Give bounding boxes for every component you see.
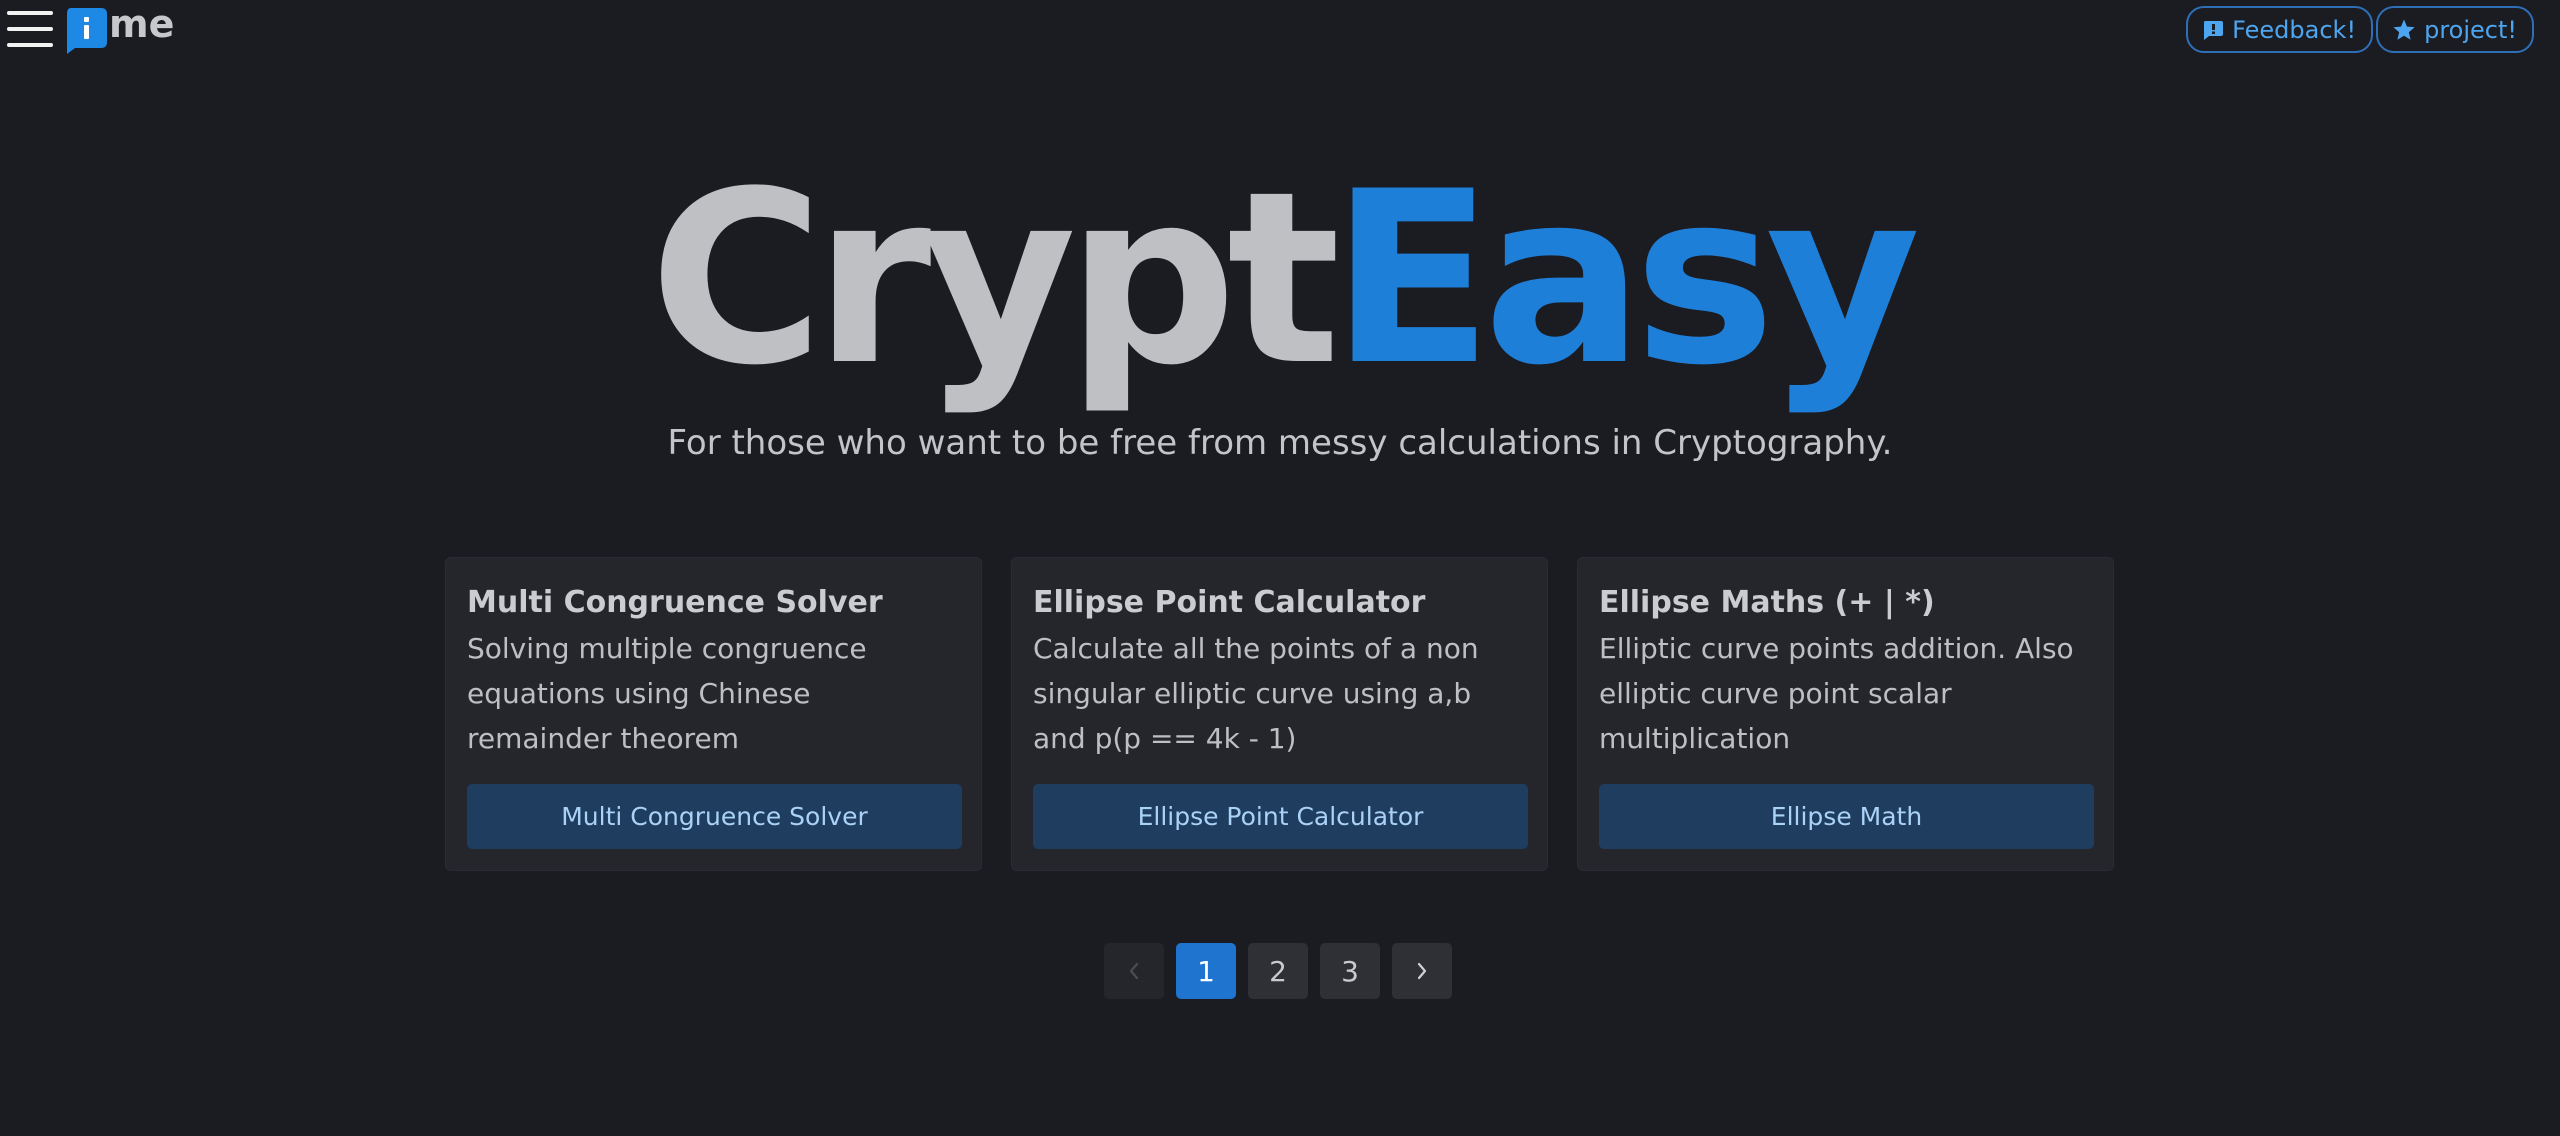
chevron-right-icon <box>1415 955 1429 988</box>
card-description: Solving multiple congruence equations us… <box>467 632 867 755</box>
card-description: Elliptic curve points addition. Also ell… <box>1599 632 2074 755</box>
multi-congruence-solver-button[interactable]: Multi Congruence Solver <box>467 784 962 849</box>
hero: CryptEasy <box>0 150 2560 410</box>
card-ellipse-maths: Ellipse Maths (+ | *) Elliptic curve poi… <box>1577 557 2114 871</box>
page-button-3[interactable]: 3 <box>1320 943 1380 999</box>
hero-tagline: For those who want to be free from messy… <box>667 423 1893 463</box>
ellipse-math-button[interactable]: Ellipse Math <box>1599 784 2094 849</box>
project-button[interactable]: project! <box>2376 6 2534 53</box>
logo-text: me <box>109 2 175 46</box>
card-ellipse-point-calculator: Ellipse Point Calculator Calculate all t… <box>1011 557 1548 871</box>
tool-cards: Multi Congruence Solver Solving multiple… <box>445 557 2114 871</box>
card-title: Ellipse Point Calculator <box>1033 585 1426 620</box>
project-label: project! <box>2424 15 2517 44</box>
feedback-label: Feedback! <box>2232 15 2357 44</box>
hero-title: CryptEasy <box>0 150 2560 410</box>
page-button-2[interactable]: 2 <box>1248 943 1308 999</box>
card-description: Calculate all the points of a non singul… <box>1033 632 1479 755</box>
card-multi-congruence-solver: Multi Congruence Solver Solving multiple… <box>445 557 982 871</box>
page-next-button[interactable] <box>1392 943 1452 999</box>
top-actions: Feedback! project! <box>2186 6 2534 53</box>
star-icon <box>2392 18 2416 42</box>
feedback-icon <box>2202 19 2224 41</box>
page-button-1[interactable]: 1 <box>1176 943 1236 999</box>
menu-line <box>7 11 53 15</box>
hero-title-easy: Easy <box>1330 141 1921 418</box>
info-bubble-icon <box>65 8 107 54</box>
menu-line <box>7 43 53 47</box>
chevron-left-icon <box>1127 955 1141 988</box>
feedback-button[interactable]: Feedback! <box>2186 6 2374 53</box>
pagination: 1 2 3 <box>1104 943 1452 999</box>
ellipse-point-calculator-button[interactable]: Ellipse Point Calculator <box>1033 784 1528 849</box>
menu-icon[interactable] <box>7 11 53 47</box>
card-title: Ellipse Maths (+ | *) <box>1599 585 1935 620</box>
card-title: Multi Congruence Solver <box>467 585 883 620</box>
logo[interactable]: me <box>65 4 174 54</box>
top-bar: me Feedback! project! <box>0 0 2560 60</box>
page-prev-button[interactable] <box>1104 943 1164 999</box>
hero-title-crypt: Crypt <box>649 141 1340 418</box>
menu-line <box>7 27 53 31</box>
